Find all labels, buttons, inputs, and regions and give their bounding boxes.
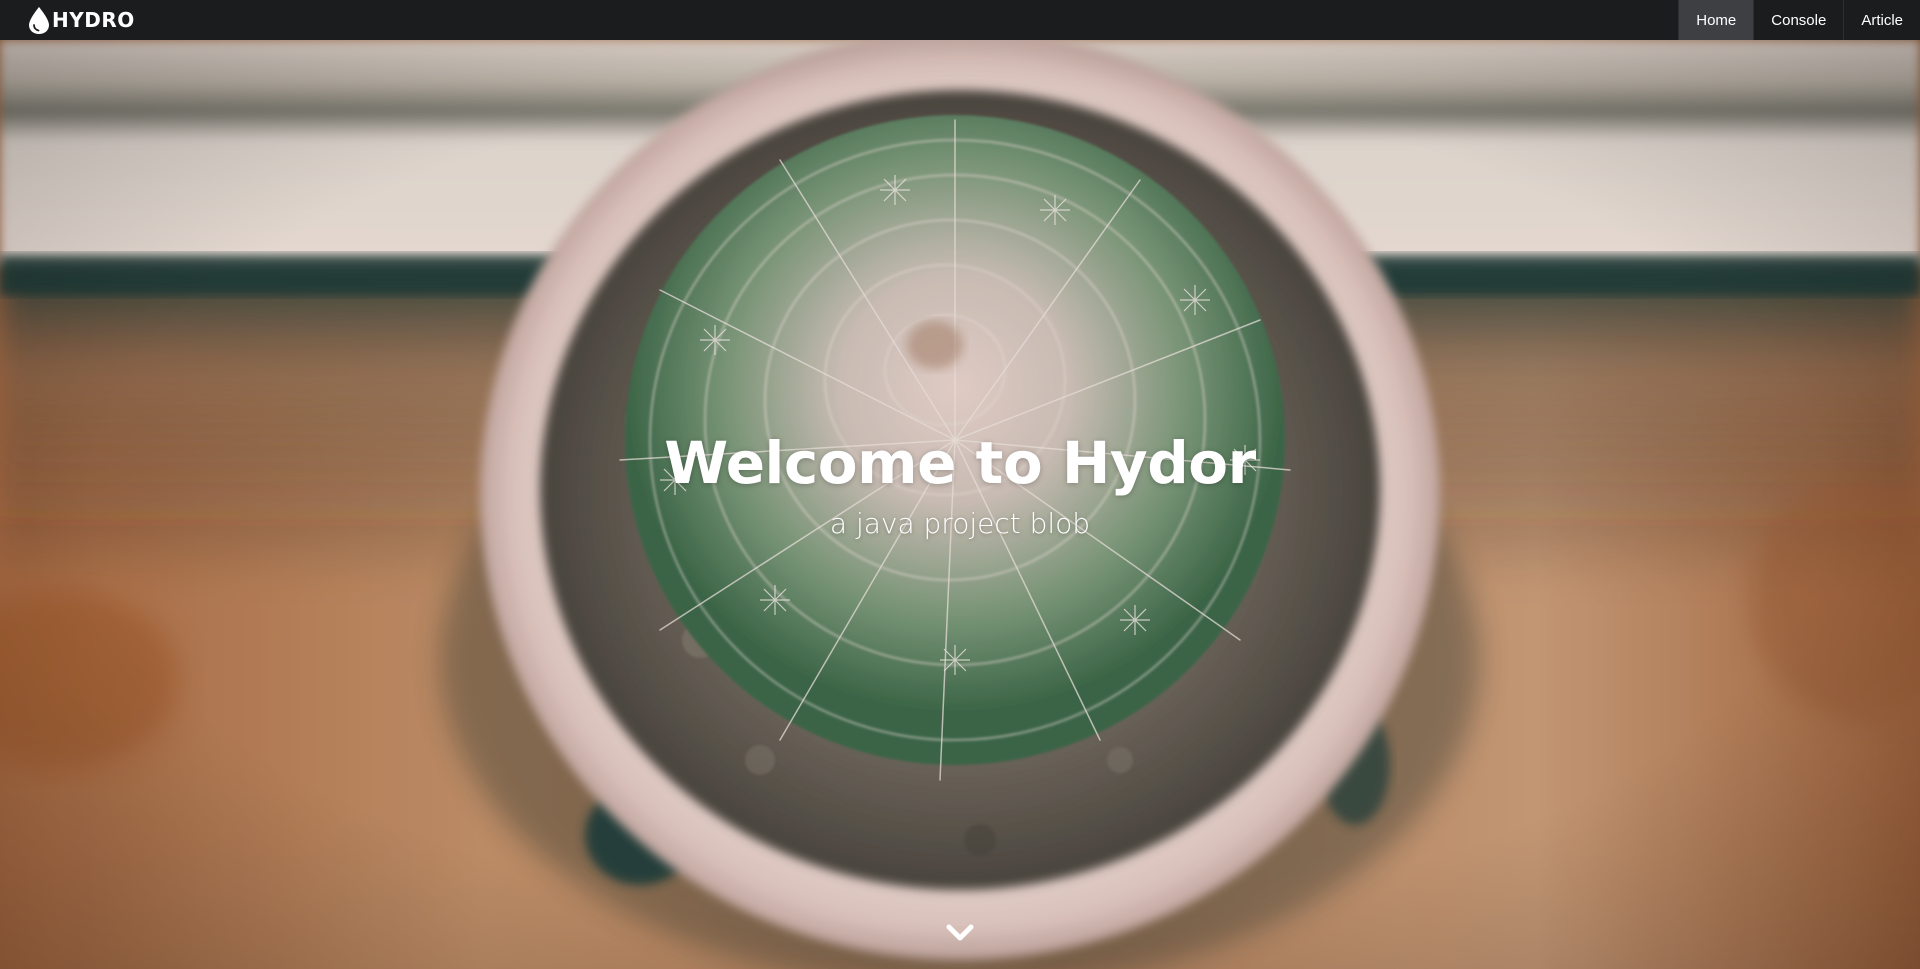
chevron-down-icon[interactable]	[944, 921, 976, 945]
brand-name: HYDRO	[52, 8, 135, 32]
top-navbar: HYDRO Home Console Article	[0, 0, 1920, 40]
hero-title: Welcome to Hydor	[664, 429, 1256, 497]
nav-console[interactable]: Console	[1753, 0, 1843, 40]
water-drop-icon	[29, 7, 49, 34]
hero-background-image	[0, 40, 1920, 969]
hero-section: Welcome to Hydor a java project blob	[0, 40, 1920, 969]
nav-console-label: Console	[1771, 11, 1827, 29]
nav-links: Home Console Article	[1678, 0, 1920, 40]
nav-article[interactable]: Article	[1843, 0, 1920, 40]
nav-home-label: Home	[1696, 11, 1737, 29]
hero-subtitle: a java project blob	[829, 507, 1091, 540]
nav-home[interactable]: Home	[1678, 0, 1754, 40]
brand-logo[interactable]: HYDRO	[25, 0, 135, 40]
nav-article-label: Article	[1861, 11, 1903, 29]
page: HYDRO Home Console Article Welcome to Hy…	[0, 0, 1920, 969]
